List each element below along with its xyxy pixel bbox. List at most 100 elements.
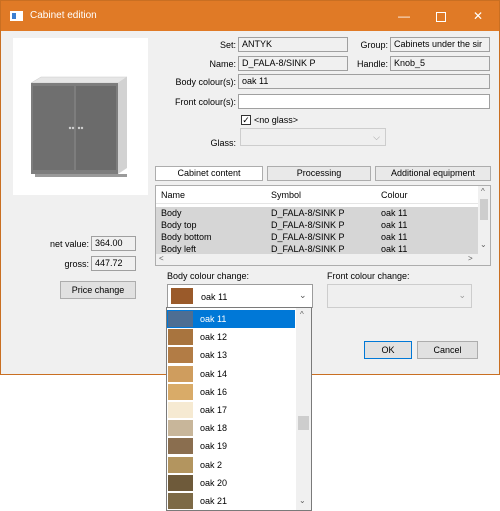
column-header-symbol[interactable]: Symbol bbox=[271, 190, 301, 200]
colour-swatch bbox=[168, 347, 193, 364]
dropdown-option[interactable]: oak 2 bbox=[167, 456, 295, 474]
cell-symbol: D_FALA-8/SINK P bbox=[271, 208, 345, 218]
front-colour-change-select[interactable]: ⌄ bbox=[327, 284, 472, 308]
tab-processing[interactable]: Processing bbox=[267, 166, 371, 181]
cancel-button[interactable]: Cancel bbox=[417, 341, 478, 359]
column-header-colour[interactable]: Colour bbox=[381, 190, 408, 200]
dropdown-option[interactable]: oak 19 bbox=[167, 437, 295, 455]
scroll-up-icon[interactable]: ^ bbox=[300, 310, 304, 319]
table-row[interactable]: Body D_FALA-8/SINK P oak 11 bbox=[156, 207, 478, 219]
net-value-field[interactable]: 364.00 bbox=[91, 236, 136, 251]
no-glass-label: <no glass> bbox=[254, 115, 299, 125]
table-row[interactable]: Body top D_FALA-8/SINK P oak 11 bbox=[156, 219, 478, 231]
minimize-button[interactable]: — bbox=[387, 1, 421, 31]
column-header-name[interactable]: Name bbox=[161, 190, 185, 200]
colour-swatch bbox=[168, 493, 193, 509]
window-title: Cabinet edition bbox=[30, 10, 97, 21]
scroll-left-icon[interactable]: < bbox=[159, 254, 164, 263]
dropdown-option-label: oak 16 bbox=[200, 386, 228, 397]
chevron-down-icon: ⌄ bbox=[299, 290, 307, 300]
close-button[interactable]: ✕ bbox=[461, 1, 495, 31]
body-colour-swatch bbox=[171, 288, 193, 304]
front-colour-label: Front colour(s): bbox=[174, 97, 236, 107]
cell-colour: oak 11 bbox=[381, 244, 408, 254]
scroll-down-icon[interactable]: ⌄ bbox=[480, 240, 487, 249]
cell-colour: oak 11 bbox=[381, 232, 408, 242]
no-glass-checkbox[interactable]: ✓ bbox=[241, 115, 251, 125]
chevron-down-icon: ⌄ bbox=[458, 290, 466, 300]
scroll-down-icon[interactable]: ⌄ bbox=[299, 496, 306, 505]
table-vertical-scrollbar[interactable]: ^ ⌄ bbox=[478, 186, 490, 254]
body-colour-field[interactable]: oak 11 bbox=[238, 74, 490, 89]
maximize-button[interactable] bbox=[424, 1, 458, 31]
dropdown-option[interactable]: oak 13 bbox=[167, 346, 295, 364]
dropdown-option-label: oak 19 bbox=[200, 441, 228, 452]
ok-button[interactable]: OK bbox=[364, 341, 412, 359]
glass-select[interactable]: ⌵ bbox=[240, 128, 386, 146]
colour-swatch bbox=[168, 420, 193, 437]
handle-label: Handle: bbox=[356, 59, 388, 69]
dropdown-option-label: oak 12 bbox=[200, 332, 228, 343]
front-colour-field[interactable] bbox=[238, 94, 490, 109]
colour-swatch bbox=[168, 329, 193, 346]
app-icon bbox=[10, 11, 23, 21]
dropdown-option-label: oak 21 bbox=[200, 496, 228, 506]
body-colour-selected: oak 11 bbox=[201, 292, 228, 302]
handle-field[interactable]: Knob_5 bbox=[390, 56, 490, 71]
body-colour-change-label: Body colour change: bbox=[167, 271, 250, 281]
set-field[interactable]: ANTYK bbox=[238, 37, 348, 52]
gross-field[interactable]: 447.72 bbox=[91, 256, 136, 271]
name-label: Name: bbox=[209, 59, 236, 69]
body-colour-label: Body colour(s): bbox=[175, 77, 236, 87]
group-label: Group: bbox=[360, 40, 388, 50]
cell-colour: oak 11 bbox=[381, 220, 408, 230]
tab-additional-equipment[interactable]: Additional equipment bbox=[375, 166, 491, 181]
colour-swatch bbox=[168, 456, 193, 473]
scroll-right-icon[interactable]: > bbox=[468, 254, 473, 263]
colour-swatch bbox=[168, 365, 193, 382]
cell-name: Body left bbox=[161, 244, 197, 254]
cell-colour: oak 11 bbox=[381, 208, 408, 218]
table-horizontal-scrollbar[interactable]: < > bbox=[156, 254, 490, 265]
dropdown-option[interactable]: oak 21 bbox=[167, 492, 295, 510]
dropdown-option[interactable]: oak 17 bbox=[167, 401, 295, 419]
dropdown-option[interactable]: oak 20 bbox=[167, 474, 295, 492]
colour-dropdown-list: oak 11 oak 12 oak 13 oak 14 oak 16 oak 17 oak … bbox=[166, 307, 312, 511]
dropdown-option-label: oak 18 bbox=[200, 423, 228, 434]
table-header: Name Symbol Colour bbox=[156, 186, 478, 204]
dropdown-option-label: oak 14 bbox=[200, 368, 228, 379]
dropdown-option-label: oak 2 bbox=[200, 459, 223, 470]
title-bar[interactable]: Cabinet edition — ✕ bbox=[1, 1, 499, 31]
cabinet-icon bbox=[30, 76, 128, 177]
dropdown-option[interactable]: oak 18 bbox=[167, 419, 295, 437]
dropdown-option-label: oak 13 bbox=[200, 350, 228, 361]
dropdown-scrollbar[interactable]: ^ ⌄ bbox=[296, 308, 311, 510]
glass-label: Glass: bbox=[210, 138, 236, 148]
cell-symbol: D_FALA-8/SINK P bbox=[271, 220, 345, 230]
gross-label: gross: bbox=[64, 259, 89, 269]
cell-name: Body bbox=[161, 208, 182, 218]
cell-symbol: D_FALA-8/SINK P bbox=[271, 244, 345, 254]
cabinet-content-table: Name Symbol Colour Body D_FALA-8/SINK P … bbox=[155, 185, 491, 266]
body-colour-change-select[interactable]: oak 11 ⌄ bbox=[167, 284, 313, 308]
cabinet-preview-image bbox=[13, 38, 148, 195]
price-change-button[interactable]: Price change bbox=[60, 281, 136, 299]
dropdown-option-label: oak 17 bbox=[200, 405, 228, 415]
dropdown-option[interactable]: oak 16 bbox=[167, 383, 295, 401]
chevron-down-icon: ⌵ bbox=[373, 132, 380, 142]
scroll-up-icon[interactable]: ^ bbox=[481, 187, 485, 196]
cell-name: Body top bbox=[161, 220, 197, 230]
group-field[interactable]: Cabinets under the sir bbox=[390, 37, 490, 52]
dropdown-option[interactable]: oak 12 bbox=[167, 328, 295, 346]
colour-swatch bbox=[168, 402, 193, 418]
dropdown-option[interactable]: oak 11 bbox=[167, 310, 295, 328]
dropdown-option[interactable]: oak 14 bbox=[167, 365, 295, 383]
table-row[interactable]: Body bottom D_FALA-8/SINK P oak 11 bbox=[156, 231, 478, 243]
net-value-label: net value: bbox=[49, 239, 89, 249]
colour-swatch bbox=[168, 311, 193, 327]
scrollbar-thumb[interactable] bbox=[298, 416, 309, 430]
table-row[interactable]: Body left D_FALA-8/SINK P oak 11 bbox=[156, 243, 478, 254]
scrollbar-thumb[interactable] bbox=[480, 199, 488, 220]
tab-cabinet-content[interactable]: Cabinet content bbox=[155, 166, 263, 181]
name-field[interactable]: D_FALA-8/SINK P bbox=[238, 56, 348, 71]
